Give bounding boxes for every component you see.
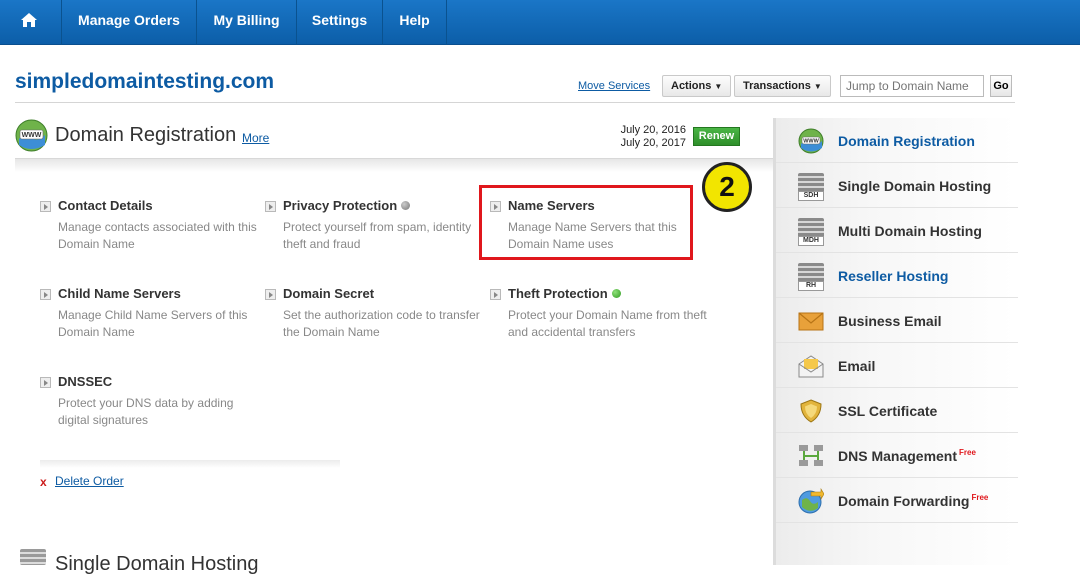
go-button[interactable]: Go [990, 75, 1012, 97]
product-sidebar: WWW Domain Registration SDH Single Domai… [773, 118, 1018, 565]
sidebar-item-label-text: Domain Forwarding [838, 493, 970, 509]
option-title[interactable]: Privacy Protection [283, 198, 411, 213]
globe-arrow-icon [798, 488, 824, 514]
server-mdh-icon: MDH [798, 218, 824, 246]
icon-badge: RH [798, 281, 824, 291]
nav-help[interactable]: Help [383, 0, 447, 45]
step-badge: 2 [702, 162, 752, 212]
sidebar-item-label-text: DNS Management [838, 448, 958, 464]
actions-label: Actions [671, 80, 712, 92]
svg-text:WWW: WWW [803, 139, 819, 145]
divider [15, 102, 1015, 103]
server-icon [20, 549, 46, 565]
icon-badge: SDH [798, 191, 824, 201]
registration-dates: July 20, 2016 July 20, 2017 [590, 124, 686, 150]
delete-order-link[interactable]: Delete Order [55, 474, 124, 488]
www-globe-icon: WWW [15, 119, 48, 152]
arrow-right-icon [40, 377, 51, 388]
sidebar-item-label: Business Email [838, 313, 942, 329]
more-link[interactable]: More [242, 131, 269, 145]
option-title-text: Privacy Protection [283, 198, 398, 213]
domain-title: simpledomaintesting.com [15, 70, 275, 93]
option-description: Manage Child Name Servers of this Domain… [58, 308, 248, 339]
svg-text:WWW: WWW [22, 132, 42, 139]
top-nav: Manage Orders My Billing Settings Help [0, 0, 1080, 45]
option-title[interactable]: Child Name Servers [58, 286, 181, 301]
sidebar-item-dns-management[interactable]: DNS Management Free [776, 433, 1018, 478]
sidebar-item-ssl-certificate[interactable]: SSL Certificate [776, 388, 1018, 433]
shield-icon [800, 399, 822, 423]
option-title-text: Theft Protection [508, 286, 608, 301]
home-button[interactable] [0, 0, 62, 45]
sidebar-item-label: Multi Domain Hosting [838, 223, 982, 239]
arrow-right-icon [40, 289, 51, 300]
option-description: Protect your Domain Name from theft and … [508, 308, 707, 339]
sidebar-item-business-email[interactable]: Business Email [776, 298, 1018, 343]
date-start: July 20, 2016 [620, 124, 686, 136]
transactions-label: Transactions [743, 80, 811, 92]
nav-manage-orders[interactable]: Manage Orders [62, 0, 197, 45]
sidebar-item-domain-forwarding[interactable]: Domain Forwarding Free [776, 478, 1018, 523]
sidebar-item-email[interactable]: Email [776, 343, 1018, 388]
home-icon [21, 13, 37, 27]
sidebar-item-label: DNS Management Free [838, 448, 976, 464]
free-badge: Free [959, 448, 976, 457]
section-divider [15, 158, 775, 172]
status-dot-grey-icon [401, 201, 411, 210]
server-sdh-icon: SDH [798, 173, 824, 201]
section-title: Domain Registration [55, 124, 237, 146]
option-title[interactable]: Contact Details [58, 198, 153, 213]
highlight-box [479, 185, 693, 260]
www-globe-icon: WWW [798, 128, 824, 154]
sidebar-item-reseller-hosting[interactable]: RH Reseller Hosting [776, 253, 1018, 298]
server-rh-icon: RH [798, 263, 824, 291]
sidebar-item-label: SSL Certificate [838, 403, 938, 419]
open-envelope-icon [798, 355, 824, 378]
arrow-right-icon [265, 201, 276, 212]
transactions-dropdown[interactable]: Transactions ▼ [734, 75, 831, 97]
option-description: Set the authorization code to transfer t… [283, 308, 480, 339]
option-description: Protect your DNS data by adding digital … [58, 396, 234, 427]
sidebar-item-label: Reseller Hosting [838, 268, 949, 284]
sidebar-item-single-domain-hosting[interactable]: SDH Single Domain Hosting [776, 163, 1018, 208]
sidebar-item-multi-domain-hosting[interactable]: MDH Multi Domain Hosting [776, 208, 1018, 253]
jump-to-domain-input[interactable] [840, 75, 984, 97]
status-dot-green-icon [611, 289, 621, 298]
items-divider [40, 460, 340, 468]
sidebar-item-label: Single Domain Hosting [838, 178, 992, 194]
sidebar-item-domain-registration[interactable]: WWW Domain Registration [776, 118, 1018, 163]
caret-down-icon: ▼ [813, 82, 822, 91]
renew-button[interactable]: Renew [693, 127, 740, 146]
free-badge: Free [971, 493, 989, 502]
arrow-right-icon [265, 289, 276, 300]
icon-badge: MDH [798, 236, 824, 246]
sidebar-item-label: Email [838, 358, 876, 374]
sidebar-item-label: Domain Registration [838, 133, 975, 149]
nav-settings[interactable]: Settings [297, 0, 383, 45]
option-title[interactable]: Theft Protection [508, 286, 621, 301]
option-title[interactable]: Domain Secret [283, 286, 374, 301]
option-title[interactable]: DNSSEC [58, 374, 112, 389]
nav-my-billing[interactable]: My Billing [197, 0, 297, 45]
arrow-right-icon [490, 289, 501, 300]
option-description: Manage contacts associated with this Dom… [58, 220, 257, 251]
move-services-link[interactable]: Move Services [578, 80, 650, 92]
actions-dropdown[interactable]: Actions ▼ [662, 75, 732, 97]
delete-x-icon: x [40, 475, 47, 489]
caret-down-icon: ▼ [714, 82, 723, 91]
date-end: July 20, 2017 [620, 137, 686, 149]
arrow-right-icon [40, 201, 51, 212]
network-icon [799, 445, 823, 466]
option-description: Protect yourself from spam, identity the… [283, 220, 472, 251]
envelope-icon [798, 312, 824, 331]
sidebar-item-label: Domain Forwarding Free [838, 493, 988, 509]
